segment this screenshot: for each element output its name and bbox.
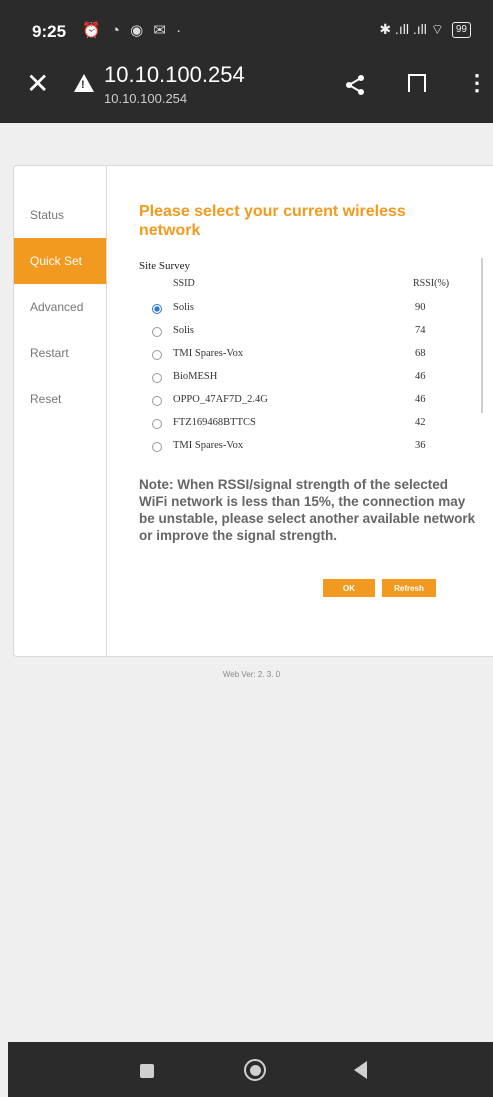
- network-radio[interactable]: [152, 350, 162, 360]
- home-icon-dot: [250, 1065, 261, 1076]
- network-row[interactable]: Solis 90: [147, 300, 467, 320]
- more-menu-icon[interactable]: ⋮: [466, 72, 488, 94]
- network-ssid: Solis: [173, 302, 195, 313]
- sidebar-item-quick-set[interactable]: Quick Set: [14, 238, 106, 284]
- warning-mark: !: [81, 79, 85, 91]
- rssi-column-header: RSSI(%): [413, 278, 450, 289]
- bookmark-icon[interactable]: [408, 74, 426, 92]
- network-radio[interactable]: [152, 442, 162, 452]
- share-icon[interactable]: [344, 74, 366, 96]
- page-title: Please select your current wireless netw…: [139, 203, 406, 239]
- network-row[interactable]: BioMESH 46: [147, 369, 467, 389]
- refresh-button[interactable]: Refresh: [382, 579, 436, 597]
- network-ssid: Solis: [173, 325, 195, 336]
- browser-toolbar: 9:25 ⏰ ◔ ◉ ✉ · ✱ .ıll .ıll ⌔ 99 ✕ ! 10.1…: [0, 0, 493, 123]
- sidebar-item-restart[interactable]: Restart: [14, 330, 106, 376]
- network-rssi: 46: [415, 394, 426, 405]
- config-panel: Status Quick Set Advanced Restart Reset …: [13, 165, 493, 657]
- sidebar-item-advanced[interactable]: Advanced: [14, 284, 106, 330]
- network-radio[interactable]: [152, 373, 162, 383]
- network-ssid: FTZ169468BTTCS: [173, 417, 256, 428]
- network-rssi: 42: [415, 417, 426, 428]
- network-row[interactable]: TMI Spares-Vox 36: [147, 438, 467, 458]
- web-version: Web Ver: 2. 3. 0: [222, 670, 281, 679]
- network-ssid: BioMESH: [173, 371, 218, 382]
- notification-icons: ⏰ ◔ ◉ ✉ ·: [82, 22, 185, 39]
- signal-icons: ✱ .ıll .ıll ⌔: [379, 21, 444, 37]
- network-radio[interactable]: [152, 396, 162, 406]
- site-survey-label: Site Survey: [139, 260, 191, 272]
- network-radio[interactable]: [152, 304, 162, 314]
- sidebar-item-status[interactable]: Status: [14, 192, 106, 238]
- system-status-icons: ✱ .ıll .ıll ⌔ 99: [379, 21, 471, 39]
- network-rssi: 74: [415, 325, 426, 336]
- url-title[interactable]: 10.10.100.254: [104, 62, 245, 88]
- network-ssid: TMI Spares-Vox: [173, 440, 244, 451]
- network-list-scrollbar[interactable]: [481, 258, 483, 413]
- battery-icon: 99: [451, 22, 471, 38]
- close-icon[interactable]: ✕: [26, 70, 49, 98]
- rssi-note: Note: When RSSI/signal strength of the s…: [139, 477, 476, 543]
- ok-button[interactable]: OK: [323, 579, 375, 597]
- network-rssi: 90: [415, 302, 426, 313]
- network-row[interactable]: TMI Spares-Vox 68: [147, 346, 467, 366]
- main-content: Please select your current wireless netw…: [107, 166, 493, 656]
- network-row[interactable]: OPPO_47AF7D_2.4G 46: [147, 392, 467, 412]
- network-ssid: TMI Spares-Vox: [173, 348, 244, 359]
- status-time: 9:25: [32, 22, 67, 41]
- network-rssi: 36: [415, 440, 426, 451]
- network-row[interactable]: Solis 74: [147, 323, 467, 343]
- ssid-column-header: SSID: [173, 278, 195, 289]
- network-row[interactable]: FTZ169468BTTCS 42: [147, 415, 467, 435]
- network-ssid: OPPO_47AF7D_2.4G: [173, 394, 268, 405]
- sidebar-item-reset[interactable]: Reset: [14, 376, 106, 422]
- network-rssi: 68: [415, 348, 426, 359]
- network-radio[interactable]: [152, 419, 162, 429]
- network-radio[interactable]: [152, 327, 162, 337]
- system-nav-bar: [8, 1042, 493, 1097]
- back-icon[interactable]: [354, 1061, 367, 1079]
- sidebar: Status Quick Set Advanced Restart Reset: [14, 166, 107, 656]
- url-subtitle: 10.10.100.254: [104, 91, 188, 106]
- recents-icon[interactable]: [140, 1064, 154, 1078]
- network-rssi: 46: [415, 371, 426, 382]
